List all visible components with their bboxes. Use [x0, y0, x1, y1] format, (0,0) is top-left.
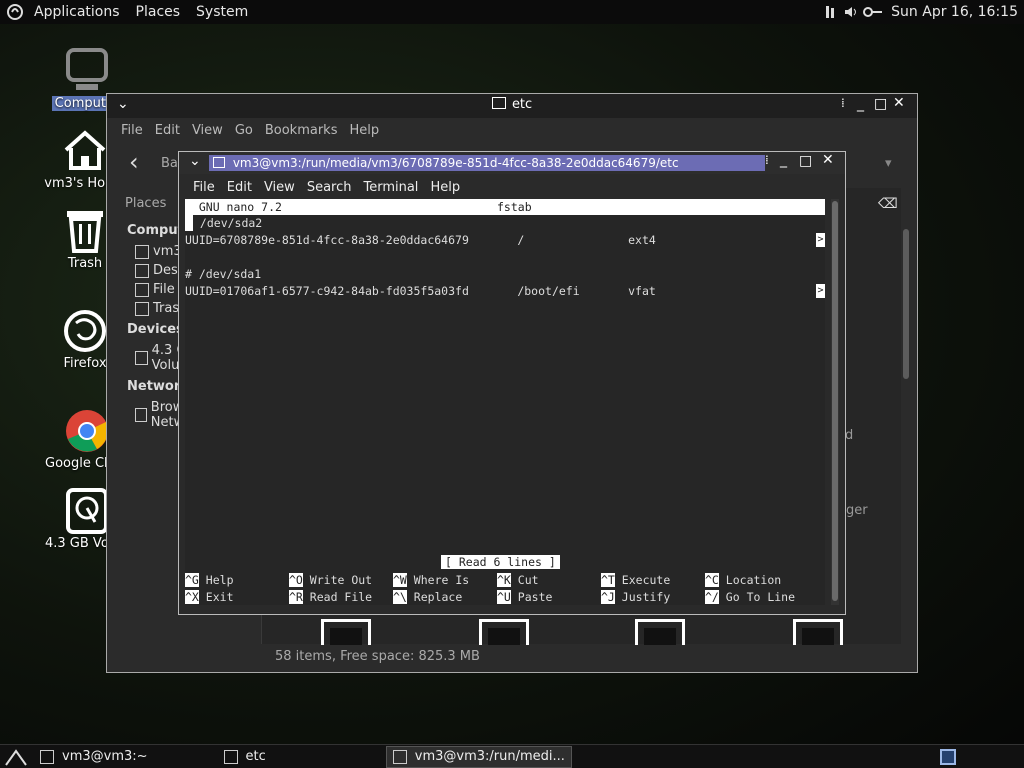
fm-titlebar[interactable]: ⌄ etc ⁞ _ □ ✕: [107, 94, 917, 118]
back-arrow-icon[interactable]: ‹: [129, 148, 139, 176]
folder-icon: [135, 263, 149, 278]
maximize-icon[interactable]: □: [874, 96, 887, 112]
nano-editor[interactable]: GNU nano 7.2 fstab /dev/sda2 UUID=670878…: [185, 199, 825, 605]
menu-system[interactable]: System: [188, 4, 256, 20]
terminal-title: vm3@vm3:/run/media/vm3/6708789e-851d-4fc…: [232, 156, 679, 170]
taskbar-item-etc[interactable]: etc: [218, 746, 272, 768]
clear-location-icon[interactable]: ⌫: [878, 196, 898, 212]
folder-icon: [491, 97, 506, 109]
dropdown-arrow-icon[interactable]: ▾: [885, 156, 892, 171]
menu-applications[interactable]: Applications: [26, 4, 128, 20]
task-label: vm3@vm3:~: [62, 749, 148, 764]
drive-icon: [66, 488, 108, 534]
nano-shortcut[interactable]: ^/ Go To Line: [705, 589, 795, 605]
computer-icon: [66, 48, 108, 90]
nano-line: /dev/sda2: [193, 216, 263, 230]
term-menu-file[interactable]: File: [187, 180, 221, 195]
task-label: etc: [245, 749, 266, 764]
network-icon[interactable]: [824, 4, 840, 20]
workspace-switcher[interactable]: [940, 748, 956, 765]
show-desktop-icon[interactable]: [4, 747, 28, 767]
pin-icon[interactable]: ⁞: [841, 96, 845, 110]
nano-shortcut[interactable]: ^W Where Is: [393, 572, 469, 588]
nano-shortcut[interactable]: ^U Paste: [497, 589, 552, 605]
fm-scrollbar[interactable]: [903, 229, 909, 379]
trash-icon: [135, 301, 149, 316]
home-icon: [135, 244, 149, 259]
nano-shortcut[interactable]: ^\ Replace: [393, 589, 462, 605]
term-menu-help[interactable]: Help: [424, 180, 466, 195]
top-panel: Applications Places System Sun Apr 16, 1…: [0, 0, 1024, 24]
minimize-icon[interactable]: _: [857, 96, 864, 112]
nano-shortcut[interactable]: ^O Write Out: [289, 572, 372, 588]
nano-status-message: [ Read 6 lines ]: [441, 555, 560, 569]
nano-line: # /dev/sda1: [185, 267, 262, 281]
close-icon[interactable]: ✕: [893, 95, 905, 111]
nano-line: UUID=01706af1-6577-c942-84ab-fd035f5a03f…: [185, 284, 656, 298]
volume-icon[interactable]: [843, 4, 859, 20]
term-menu-edit[interactable]: Edit: [221, 180, 258, 195]
back-button-label[interactable]: Ba: [161, 156, 178, 171]
nano-filename: fstab: [497, 200, 532, 214]
terminal-menubar: File Edit View Search Terminal Help: [179, 176, 845, 198]
nano-shortcut[interactable]: ^C Location: [705, 572, 781, 588]
nano-shortcut[interactable]: ^T Execute: [601, 572, 670, 588]
terminal-icon: [392, 749, 407, 764]
keyring-icon[interactable]: [862, 4, 884, 20]
fm-menu-go[interactable]: Go: [229, 123, 259, 138]
nano-header: GNU nano 7.2 fstab: [185, 199, 825, 215]
fm-menu-edit[interactable]: Edit: [149, 123, 186, 138]
file-label-fragment: d: [845, 428, 854, 443]
maximize-icon[interactable]: □: [799, 153, 812, 169]
pin-icon[interactable]: ⁞: [765, 153, 769, 167]
folder-icon: [223, 749, 238, 764]
terminal-icon: [213, 157, 225, 168]
window-menu-icon[interactable]: ⌄: [189, 153, 201, 169]
text-cursor: [185, 215, 193, 231]
fm-menubar: File Edit View Go Bookmarks Help: [107, 118, 917, 142]
minimize-icon[interactable]: _: [780, 152, 787, 168]
fm-menu-view[interactable]: View: [186, 123, 229, 138]
clock[interactable]: Sun Apr 16, 16:15: [887, 4, 1018, 20]
scrollbar-thumb[interactable]: [832, 201, 838, 601]
nano-shortcut[interactable]: ^R Read File: [289, 589, 372, 605]
term-menu-view[interactable]: View: [258, 180, 301, 195]
term-menu-search[interactable]: Search: [301, 180, 358, 195]
task-label: vm3@vm3:/run/medi...: [414, 749, 565, 764]
chrome-icon: [66, 410, 108, 452]
fm-statusbar: 58 items, Free space: 825.3 MB: [261, 645, 915, 669]
terminal-scrollbar[interactable]: [831, 199, 839, 605]
network-icon: [135, 408, 147, 422]
terminal-icon: [40, 749, 54, 764]
home-icon: [64, 130, 106, 170]
terminal-titlebar[interactable]: ⌄ vm3@vm3:/run/media/vm3/6708789e-851d-4…: [179, 152, 845, 174]
term-menu-terminal[interactable]: Terminal: [357, 180, 424, 195]
bottom-taskbar: vm3@vm3:~ etc vm3@vm3:/run/medi...: [0, 744, 1024, 768]
fm-menu-file[interactable]: File: [115, 123, 149, 138]
distributor-logo-icon[interactable]: [6, 3, 24, 21]
taskbar-item-terminal-home[interactable]: vm3@vm3:~: [34, 746, 154, 768]
firefox-icon: [64, 310, 106, 352]
nano-shortcut[interactable]: ^X Exit: [185, 589, 234, 605]
trash-icon: [67, 211, 103, 253]
fm-title: etc: [511, 97, 533, 112]
nano-line: UUID=6708789e-851d-4fcc-8a38-2e0ddac6467…: [185, 233, 656, 247]
close-icon[interactable]: ✕: [822, 152, 834, 168]
taskbar-item-terminal-media[interactable]: vm3@vm3:/run/medi...: [385, 745, 572, 768]
desktop-icon-label: Trash: [67, 256, 103, 271]
terminal-window: ⌄ vm3@vm3:/run/media/vm3/6708789e-851d-4…: [178, 151, 846, 615]
drive-icon: [135, 282, 149, 297]
desktop-icon-label: Firefox: [63, 356, 107, 371]
line-overflow-marker: >: [816, 284, 825, 298]
fm-menu-help[interactable]: Help: [343, 123, 385, 138]
fm-menu-bookmarks[interactable]: Bookmarks: [259, 123, 344, 138]
drive-icon: [135, 351, 148, 365]
menu-places[interactable]: Places: [128, 4, 189, 20]
line-overflow-marker: >: [816, 233, 825, 247]
nano-shortcut[interactable]: ^G Help: [185, 572, 234, 588]
nano-version: GNU nano 7.2: [185, 200, 282, 214]
nano-shortcut[interactable]: ^K Cut: [497, 572, 539, 588]
nano-shortcut[interactable]: ^J Justify: [601, 589, 670, 605]
